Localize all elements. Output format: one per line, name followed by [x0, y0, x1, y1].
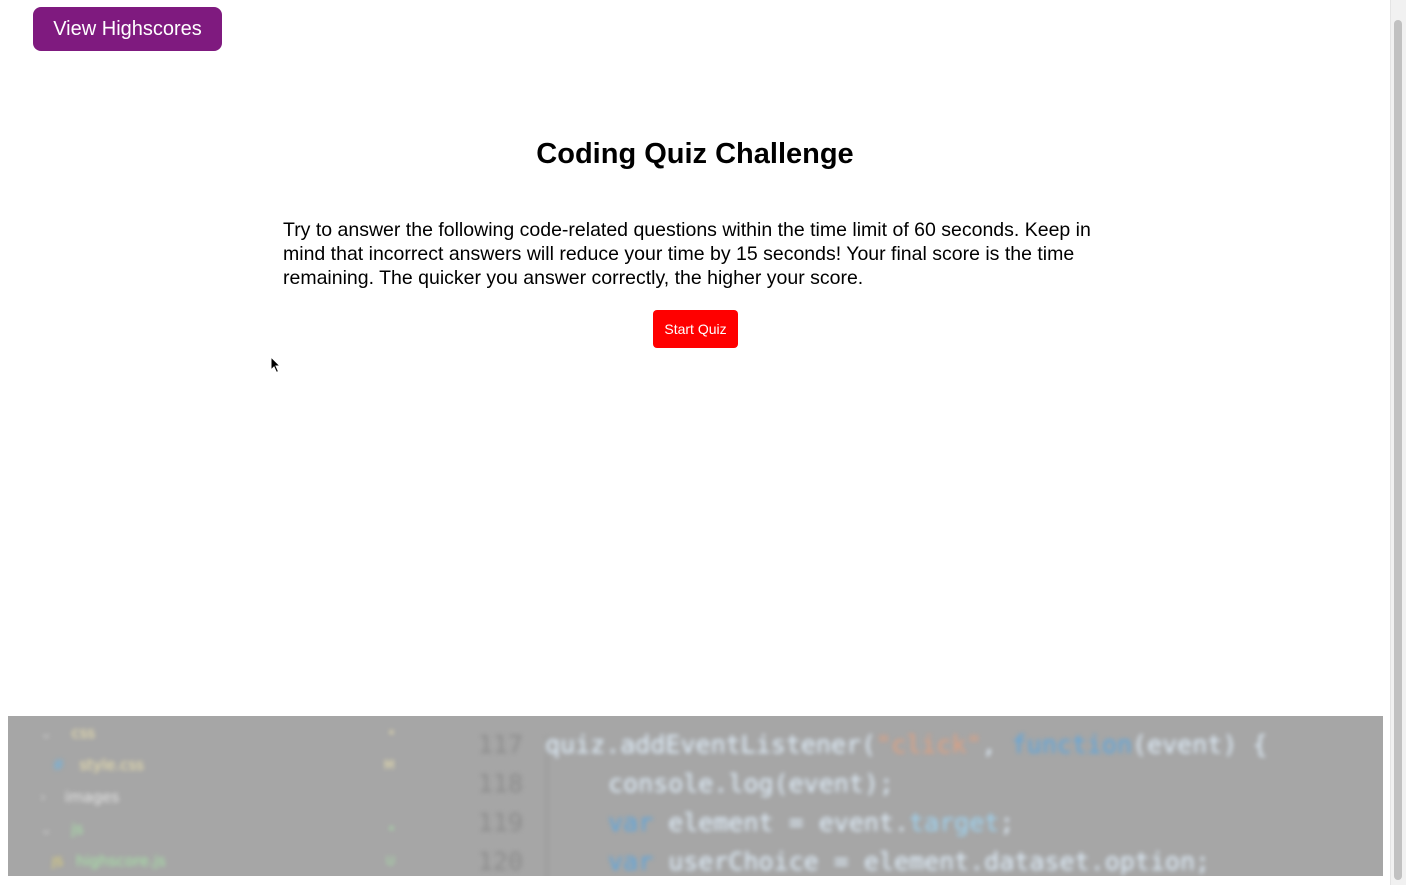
- code-line: var userChoice = element.dataset.option;: [608, 847, 1211, 876]
- code-line: var element = event.target;: [608, 808, 1015, 837]
- code-line: quiz.addEventListener("click", function(…: [545, 730, 1268, 759]
- line-number: 119: [477, 808, 523, 837]
- tree-item-js: ⌄ js: [40, 820, 84, 838]
- chevron-down-icon: ⌄: [40, 724, 53, 742]
- mouse-cursor-icon: [270, 356, 282, 374]
- chevron-down-icon: ⌄: [40, 820, 53, 838]
- tree-badge: M: [384, 758, 395, 772]
- quiz-instructions: Try to answer the following code-related…: [283, 219, 1091, 289]
- tree-item-images: › images: [40, 788, 120, 806]
- tree-badge: •: [388, 726, 396, 740]
- page-title: Coding Quiz Challenge: [536, 138, 854, 170]
- css-file-icon: #: [52, 756, 65, 774]
- tree-badge: •: [388, 822, 396, 836]
- line-number: 118: [477, 769, 523, 798]
- blurred-code-editor-image: ⌄ css • # style.css M › images ⌄ js • JS…: [8, 716, 1383, 876]
- code-line: console.log(event);: [608, 769, 894, 798]
- tree-item-style-css: # style.css: [52, 756, 144, 774]
- js-file-icon: JS: [52, 855, 64, 869]
- tree-item-css: ⌄ css: [40, 724, 96, 742]
- tree-badge: U: [386, 854, 395, 868]
- vertical-scrollbar[interactable]: [1390, 0, 1406, 885]
- scrollbar-thumb[interactable]: [1394, 20, 1402, 880]
- chevron-right-icon: ›: [40, 788, 46, 806]
- tree-item-highscore-js: JS highscore.js: [52, 852, 166, 870]
- line-number: 117: [477, 730, 523, 759]
- line-number: 120: [477, 847, 523, 876]
- view-highscores-button[interactable]: View Highscores: [33, 7, 222, 51]
- start-quiz-button[interactable]: Start Quiz: [653, 310, 738, 348]
